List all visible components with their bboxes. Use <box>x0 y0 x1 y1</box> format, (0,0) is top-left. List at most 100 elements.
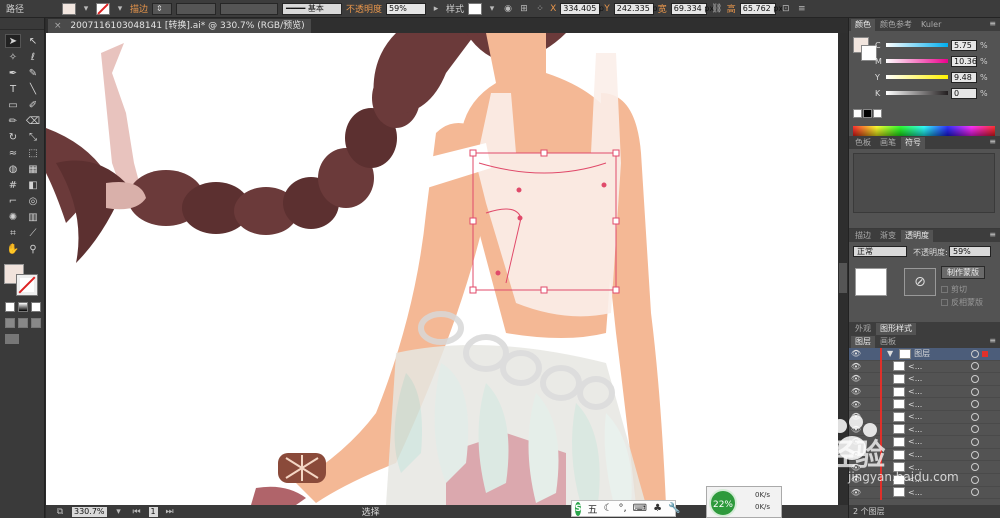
align-grid-icon[interactable]: ⊞ <box>518 3 530 15</box>
artboard-tool-icon[interactable]: ⌗ <box>5 226 21 240</box>
stroke-weight-stepper[interactable]: ⇕ <box>152 2 173 15</box>
target-icon[interactable] <box>971 425 979 434</box>
symbols-list[interactable] <box>853 153 995 213</box>
sublayer-name[interactable]: <... <box>908 362 922 371</box>
magenta-slider[interactable] <box>886 59 948 63</box>
sublayer-name[interactable]: <... <box>908 400 922 409</box>
black-swatch[interactable] <box>863 109 872 118</box>
sublayer-row[interactable]: 👁 <... <box>849 385 1000 399</box>
punctuation-icon[interactable]: °, <box>618 503 626 514</box>
tab-layers[interactable]: 图层 <box>851 336 875 348</box>
target-icon[interactable] <box>971 488 979 497</box>
rectangle-tool-icon[interactable]: ▭ <box>5 98 21 112</box>
opacity-field[interactable]: 59% <box>949 246 991 257</box>
tab-gradient[interactable]: 渐变 <box>876 230 900 242</box>
network-widget[interactable]: 22% 0K/s 0K/s <box>706 486 782 518</box>
sublayer-name[interactable]: <... <box>908 450 922 459</box>
target-icon[interactable] <box>971 412 979 421</box>
fill-stroke-control[interactable] <box>4 264 40 296</box>
pen-tool-icon[interactable]: ✒ <box>5 66 21 80</box>
sublayer-row[interactable]: 👁 <... <box>849 360 1000 374</box>
chevron-down-icon[interactable]: ▾ <box>114 3 126 15</box>
blend-mode-dropdown[interactable]: 正常 <box>853 246 907 257</box>
sublayer-name[interactable]: <... <box>908 488 922 497</box>
shape-builder-tool-icon[interactable]: ◍ <box>5 162 21 176</box>
toolbar-grip[interactable] <box>0 18 44 30</box>
clip-checkbox[interactable]: 剪切 <box>941 284 967 295</box>
sublayer-row[interactable]: 👁 <... <box>849 486 1000 500</box>
transform-icon[interactable]: ⊡ <box>780 3 792 15</box>
draw-behind-icon[interactable] <box>18 318 28 328</box>
black-value[interactable]: 0 <box>951 87 977 99</box>
line-tool-icon[interactable]: ╲ <box>25 82 41 96</box>
scrollbar-thumb[interactable] <box>839 263 847 293</box>
stroke-color-box[interactable] <box>16 274 38 296</box>
zoom-field[interactable]: 330.7% <box>72 506 107 517</box>
menu-icon[interactable]: ≡ <box>989 19 996 28</box>
eye-icon[interactable]: 👁 <box>849 349 863 358</box>
sublayer-name[interactable]: <... <box>908 425 922 434</box>
menu-icon[interactable]: ≡ <box>796 3 808 15</box>
eye-icon[interactable]: 👁 <box>849 400 863 409</box>
color-mode-icon[interactable] <box>5 302 15 312</box>
eye-icon[interactable]: 👁 <box>849 374 863 383</box>
gradient-tool-icon[interactable]: ◧ <box>25 178 41 192</box>
tab-color[interactable]: 颜色 <box>851 19 875 31</box>
yellow-value[interactable]: 9.48 <box>951 71 977 83</box>
menu-icon[interactable]: ≡ <box>989 336 996 345</box>
curvature-tool-icon[interactable]: ✎ <box>25 66 41 80</box>
sublayer-name[interactable]: <... <box>908 437 922 446</box>
target-icon[interactable] <box>971 400 979 409</box>
variable-width-dropdown[interactable] <box>220 2 279 15</box>
eye-icon[interactable]: 👁 <box>849 488 863 497</box>
target-icon[interactable] <box>971 387 979 396</box>
object-thumbnail[interactable] <box>855 268 887 296</box>
direct-selection-tool-icon[interactable]: ↖ <box>25 34 41 48</box>
zoom-tool-icon[interactable]: ⚲ <box>25 242 41 256</box>
eyedropper-tool-icon[interactable]: ⌐ <box>5 194 21 208</box>
tab-artboards[interactable]: 画板 <box>876 336 900 348</box>
target-icon[interactable] <box>971 450 979 459</box>
paintbrush-tool-icon[interactable]: ✐ <box>25 98 41 112</box>
sublayer-name[interactable]: <... <box>908 374 922 383</box>
recolor-icon[interactable]: ◉ <box>502 3 514 15</box>
sublayer-row[interactable]: 👁 <... <box>849 410 1000 424</box>
invert-mask-checkbox[interactable]: 反相蒙版 <box>941 297 983 308</box>
none-mode-icon[interactable] <box>31 302 41 312</box>
eye-icon[interactable]: 👁 <box>849 387 863 396</box>
mesh-tool-icon[interactable]: # <box>5 178 21 192</box>
tab-appearance[interactable]: 外观 <box>851 323 875 335</box>
tab-brushes[interactable]: 画笔 <box>876 137 900 149</box>
sublayer-name[interactable]: <... <box>908 412 922 421</box>
ime-mode[interactable]: 五 <box>587 501 597 516</box>
graphic-style-swatch[interactable] <box>468 2 483 15</box>
selection-tool-icon[interactable]: ➤ <box>5 34 21 48</box>
magenta-slider-row[interactable]: M 10.36 % <box>875 55 999 67</box>
warp-tool-icon[interactable]: ≈ <box>5 146 21 160</box>
blend-tool-icon[interactable]: ◎ <box>25 194 41 208</box>
black-slider-row[interactable]: K 0 % <box>875 87 999 99</box>
tab-graphic-styles[interactable]: 图形样式 <box>876 323 916 335</box>
make-mask-button[interactable]: 制作蒙版 <box>941 266 985 279</box>
stroke-swatch[interactable] <box>96 2 111 15</box>
slice-tool-icon[interactable]: ⟋ <box>25 226 41 240</box>
chevron-right-icon[interactable]: ▸ <box>430 3 442 15</box>
perspective-grid-tool-icon[interactable]: ▦ <box>25 162 41 176</box>
fill-swatch[interactable] <box>62 2 77 15</box>
tab-swatches[interactable]: 色板 <box>851 137 875 149</box>
opacity-label[interactable]: 不透明度 <box>346 2 382 15</box>
chevron-down-icon[interactable]: ▾ <box>113 506 125 518</box>
none-swatch[interactable] <box>853 109 862 118</box>
scale-tool-icon[interactable]: ⤡ <box>25 130 41 144</box>
brush-dropdown[interactable]: ━━━━ 基本 <box>282 2 343 15</box>
target-icon[interactable] <box>971 463 979 472</box>
stroke-label[interactable]: 描边 <box>130 2 148 15</box>
no-mask-icon[interactable]: ⊘ <box>904 268 936 296</box>
reference-point-icon[interactable]: ⁘ <box>534 3 546 15</box>
lasso-tool-icon[interactable]: ℓ <box>25 50 41 64</box>
target-icon[interactable] <box>971 362 979 371</box>
pencil-tool-icon[interactable]: ✏ <box>5 114 21 128</box>
column-graph-tool-icon[interactable]: ▥ <box>25 210 41 224</box>
moon-icon[interactable]: ☾ <box>603 503 612 514</box>
chevron-down-icon[interactable]: ▾ <box>80 3 92 15</box>
